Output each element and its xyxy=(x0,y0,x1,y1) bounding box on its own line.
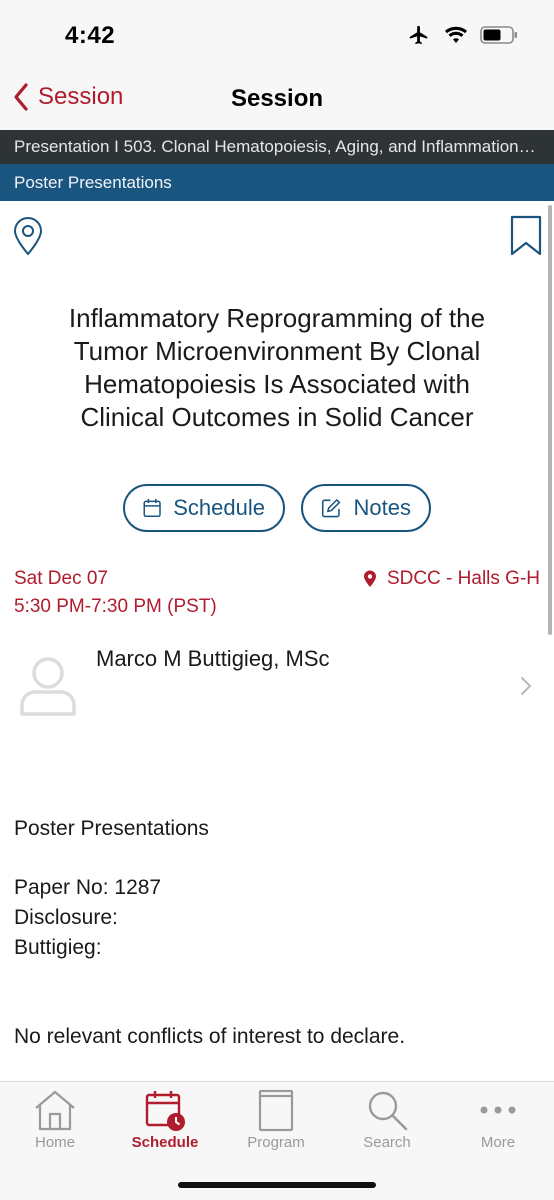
abstract-title: Inflammatory Reprogramming of the Tumor … xyxy=(68,303,486,432)
nav-bar: Session Session xyxy=(0,70,554,130)
schedule-button[interactable]: Schedule xyxy=(123,484,285,532)
author-row[interactable]: Marco M Buttigieg, MSc xyxy=(0,640,554,730)
home-indicator[interactable] xyxy=(178,1182,376,1188)
calendar-icon xyxy=(143,498,161,518)
tab-more[interactable]: More xyxy=(443,1082,553,1162)
status-time: 4:42 xyxy=(65,22,116,49)
category-bar: Poster Presentations xyxy=(0,164,554,201)
disclosure-name: Buttigieg: xyxy=(14,936,102,959)
status-bar: 4:42 xyxy=(0,0,554,70)
map-pin-button[interactable] xyxy=(12,216,44,261)
tab-program[interactable]: Program xyxy=(221,1082,331,1162)
tab-home[interactable]: Home xyxy=(0,1082,110,1162)
notes-button-label: Notes xyxy=(353,495,411,520)
wifi-icon xyxy=(445,26,467,43)
location-label: SDCC - Halls G-H xyxy=(386,568,540,589)
page-title: Session xyxy=(230,85,324,112)
airplane-icon xyxy=(409,25,428,45)
breadcrumb[interactable]: Presentation I 503. Clonal Hematopoiesis… xyxy=(0,130,554,164)
scroll-indicator xyxy=(548,205,552,635)
notes-button[interactable]: Notes xyxy=(301,484,431,532)
location-pin-icon xyxy=(363,570,376,587)
search-icon xyxy=(368,1091,408,1131)
tab-schedule-label: Schedule xyxy=(131,1134,199,1151)
action-row: Schedule Notes xyxy=(0,484,554,532)
session-type: Poster Presentations xyxy=(14,817,209,840)
map-pin-icon xyxy=(13,217,43,256)
disclosure-label: Disclosure: xyxy=(14,906,118,929)
session-time: 5:30 PM-7:30 PM (PST) xyxy=(14,596,217,617)
session-location[interactable]: SDCC - Halls G-H xyxy=(363,568,540,590)
more-dots-icon xyxy=(480,1106,516,1114)
author-name: Marco M Buttigieg, MSc xyxy=(96,646,330,671)
session-date: Sat Dec 07 xyxy=(14,568,108,589)
book-icon xyxy=(258,1089,294,1132)
edit-note-icon xyxy=(321,499,341,518)
tab-program-label: Program xyxy=(247,1134,305,1151)
calendar-clock-icon xyxy=(145,1091,185,1131)
bookmark-button[interactable] xyxy=(510,215,542,262)
chevron-right-icon xyxy=(521,677,531,695)
home-icon xyxy=(35,1090,75,1131)
tab-schedule[interactable]: Schedule xyxy=(110,1082,220,1162)
paper-number: Paper No: 1287 xyxy=(14,876,162,899)
tab-search-label: Search xyxy=(363,1134,411,1151)
battery-icon xyxy=(480,26,517,44)
schedule-button-label: Schedule xyxy=(173,495,265,520)
tab-search[interactable]: Search xyxy=(332,1082,442,1162)
disclosure-text: No relevant conflicts of interest to dec… xyxy=(14,1025,406,1048)
tab-home-label: Home xyxy=(34,1134,75,1151)
bookmark-icon xyxy=(510,215,542,256)
tab-more-label: More xyxy=(480,1134,516,1151)
status-icons xyxy=(406,24,518,46)
avatar xyxy=(20,657,76,716)
